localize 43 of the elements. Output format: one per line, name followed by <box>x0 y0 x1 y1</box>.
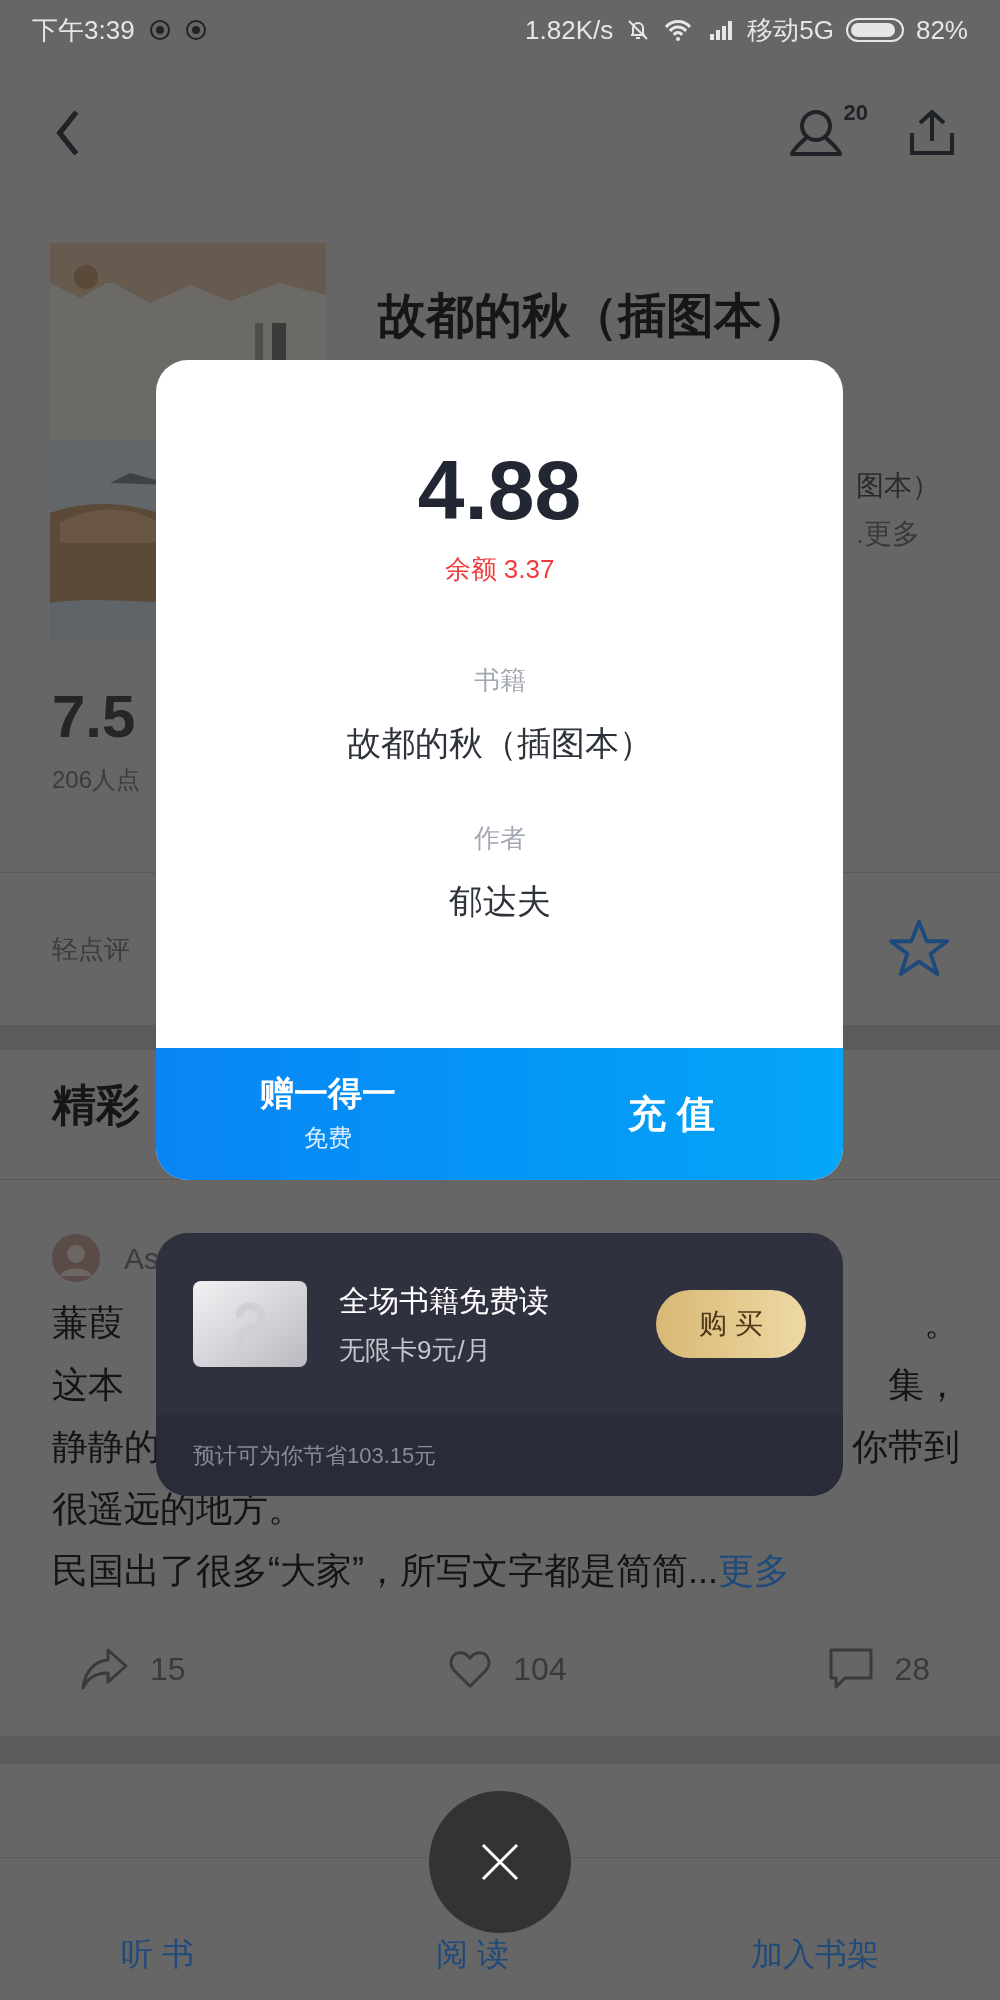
battery-percent: 82% <box>915 13 968 47</box>
review-text: 。 <box>924 1301 960 1345</box>
network-speed: 1.82K/s <box>525 13 614 47</box>
review-text: 你带到 <box>852 1425 960 1469</box>
user-icon[interactable] <box>787 108 844 158</box>
wifi-icon <box>663 18 694 42</box>
book-title: 故都的秋（插图本） <box>378 286 811 345</box>
avatar <box>52 1234 100 1282</box>
close-icon <box>480 1842 520 1882</box>
tab[interactable]: 加入书架 <box>750 1936 879 1972</box>
balance: 余额 3.37 <box>444 553 555 586</box>
recharge-button[interactable]: 充 值 <box>499 1048 843 1180</box>
book-subtitle: 图本） <box>856 469 940 503</box>
field-value: 郁达夫 <box>448 881 551 922</box>
more-link[interactable]: 更多 <box>718 1544 790 1598</box>
review-text: 这本 <box>52 1363 124 1407</box>
battery-icon <box>845 18 904 42</box>
field-label: 作者 <box>473 822 526 855</box>
notification-icon <box>148 19 171 41</box>
tab[interactable]: 阅 读 <box>436 1936 509 1972</box>
status-time: 下午3:39 <box>32 13 135 47</box>
promo-title: 全场书籍免费读 <box>339 1283 550 1319</box>
field-value: 故都的秋（插图本） <box>346 723 653 764</box>
comment-icon[interactable] <box>828 1647 875 1691</box>
buy-button[interactable]: 购 买 <box>656 1290 806 1358</box>
gift-button[interactable]: 赠一得一 免费 <box>156 1048 500 1180</box>
notification-icon <box>184 19 207 41</box>
price: 4.88 <box>417 442 582 539</box>
field-label: 书籍 <box>473 664 526 697</box>
review-text: 集， <box>888 1363 960 1407</box>
carrier-label: 移动5G <box>747 13 834 47</box>
star-icon[interactable] <box>888 919 950 979</box>
membership-card-icon <box>193 1281 307 1367</box>
share-icon[interactable] <box>908 109 956 157</box>
score-value: 7.5 <box>52 682 136 752</box>
follower-count: 20 <box>843 99 868 127</box>
review-text: 蒹葭 <box>52 1301 124 1345</box>
review-text: 民国出了很多“大家”，所写文字都是简简... <box>52 1549 718 1593</box>
promo-subtitle: 无限卡9元/月 <box>339 1334 492 1367</box>
share-icon[interactable] <box>80 1646 130 1692</box>
section-heading: 精彩 <box>52 1079 140 1130</box>
savings-note: 预计可为你节省103.15元 <box>193 1442 437 1470</box>
tab[interactable]: 听 书 <box>121 1936 194 1972</box>
